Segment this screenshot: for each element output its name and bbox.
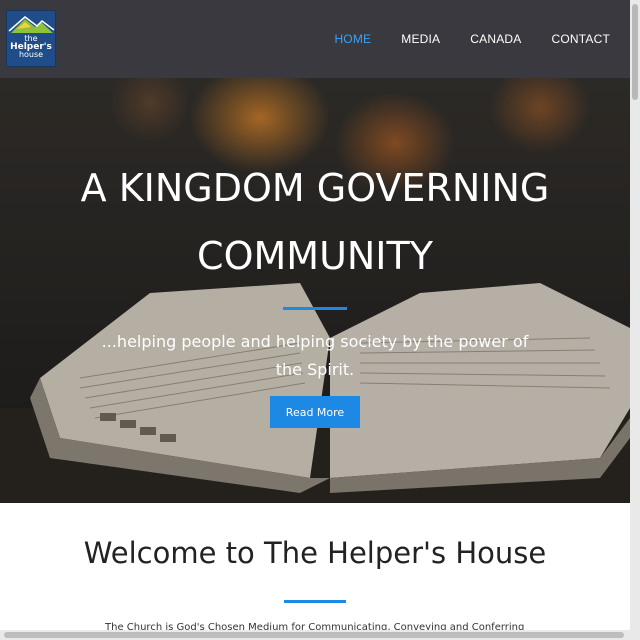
welcome-divider [284, 600, 346, 603]
hero-overlay [0, 78, 630, 503]
nav-canada-link[interactable]: CANADA [470, 32, 521, 46]
hero-title: A KINGDOM GOVERNING COMMUNITY [40, 154, 590, 290]
hero-subtitle: ...helping people and helping society by… [101, 332, 529, 379]
site-logo[interactable]: the Helper's house [6, 10, 56, 67]
horizontal-scroll-thumb[interactable] [4, 632, 624, 638]
hero-divider [283, 307, 347, 310]
welcome-section: Welcome to The Helper's House The Church… [0, 503, 630, 640]
nav-contact-link[interactable]: CONTACT [551, 32, 610, 46]
vertical-scroll-thumb[interactable] [632, 4, 638, 100]
hero-title-line-1: A KINGDOM GOVERNING [80, 166, 550, 210]
top-navbar: the Helper's house HOME MEDIA CANADA CON… [0, 0, 630, 78]
nav-home-link[interactable]: HOME [334, 32, 371, 46]
logo-line-3: house [18, 50, 44, 59]
logo-text: the Helper's house [7, 35, 55, 59]
hero-banner: A KINGDOM GOVERNING COMMUNITY ...helping… [0, 78, 630, 503]
read-more-button[interactable]: Read More [270, 396, 360, 428]
welcome-heading: Welcome to The Helper's House [83, 536, 547, 570]
nav-media-link[interactable]: MEDIA [401, 32, 440, 46]
main-menu: HOME MEDIA CANADA CONTACT [304, 0, 610, 78]
hero-title-line-2: COMMUNITY [197, 234, 433, 278]
